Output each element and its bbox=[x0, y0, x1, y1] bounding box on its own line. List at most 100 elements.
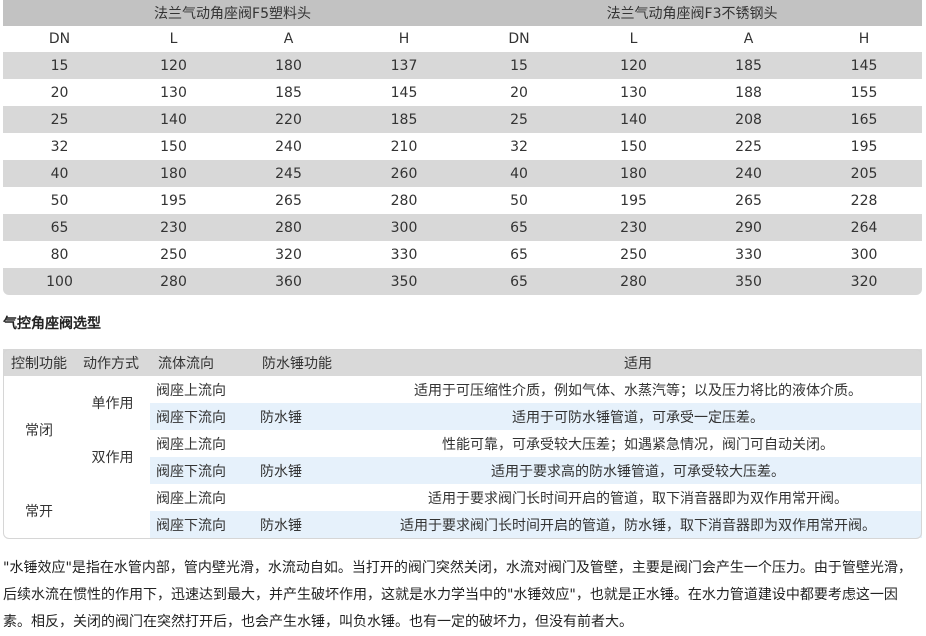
column-header: H bbox=[806, 26, 923, 52]
flow-direction: 阀座上流向 bbox=[150, 376, 254, 403]
table-cell: 264 bbox=[806, 214, 923, 241]
control-normally-closed: 常闭 bbox=[3, 376, 75, 484]
table-cell: 80 bbox=[3, 241, 116, 268]
group-header-f5-plastic: 法兰气动角座阀F5塑料头 bbox=[3, 0, 463, 26]
table-cell: 185 bbox=[231, 79, 346, 106]
table-cell: 65 bbox=[462, 268, 577, 295]
table-cell: 300 bbox=[346, 214, 463, 241]
table-row: 40 180 245 260 40 180 240 205 bbox=[3, 160, 923, 187]
header-action-mode: 动作方式 bbox=[75, 349, 150, 376]
table-cell: 15 bbox=[3, 52, 116, 79]
table-cell: 195 bbox=[806, 133, 923, 160]
table-cell: 280 bbox=[116, 268, 231, 295]
table-cell: 320 bbox=[231, 241, 346, 268]
table-row: 常闭 单作用 阀座上流向 适用于可压缩性介质，例如气体、水蒸汽等；以及压力将比的… bbox=[3, 376, 922, 484]
table-cell: 180 bbox=[576, 160, 692, 187]
table-cell: 32 bbox=[462, 133, 577, 160]
table-cell: 165 bbox=[806, 106, 923, 133]
column-header: L bbox=[576, 26, 692, 52]
header-water-hammer: 防水锤功能 bbox=[254, 349, 354, 376]
table-cell: 245 bbox=[231, 160, 346, 187]
action-single-acting: 单作用 bbox=[75, 376, 150, 430]
table-cell: 240 bbox=[691, 160, 807, 187]
table-row: 25 140 220 185 25 140 208 165 bbox=[3, 106, 923, 133]
column-header: A bbox=[691, 26, 807, 52]
table-cell: 150 bbox=[116, 133, 231, 160]
column-header: H bbox=[346, 26, 463, 52]
table-cell: 145 bbox=[346, 79, 463, 106]
column-header: DN bbox=[3, 26, 116, 52]
table-cell: 240 bbox=[231, 133, 346, 160]
table-cell: 120 bbox=[116, 52, 231, 79]
dimension-table-group-header: 法兰气动角座阀F5塑料头 法兰气动角座阀F3不锈钢头 bbox=[3, 0, 923, 26]
table-cell: 230 bbox=[116, 214, 231, 241]
table-cell: 210 bbox=[346, 133, 463, 160]
table-row: 15 120 180 137 15 120 185 145 bbox=[3, 52, 923, 79]
table-cell: 220 bbox=[231, 106, 346, 133]
water-hammer: 防水锤 bbox=[254, 403, 354, 430]
table-cell: 185 bbox=[346, 106, 463, 133]
flow-direction: 阀座上流向 bbox=[150, 430, 254, 457]
water-hammer bbox=[254, 484, 354, 511]
table-cell: 260 bbox=[346, 160, 463, 187]
column-header: L bbox=[116, 26, 231, 52]
water-hammer-paragraph: "水锤效应"是指在水管内部，管内壁光滑，水流动自如。当打开的阀门突然关闭，水流对… bbox=[3, 560, 912, 630]
header-application: 适用 bbox=[354, 349, 922, 376]
application: 适用于可压缩性介质，例如气体、水蒸汽等；以及压力将比的液体介质。 bbox=[354, 376, 922, 403]
water-hammer: 防水锤 bbox=[254, 511, 354, 538]
table-row: 65 230 280 300 65 230 290 264 bbox=[3, 214, 923, 241]
table-cell: 188 bbox=[691, 79, 807, 106]
table-row: 80 250 320 330 65 250 330 300 bbox=[3, 241, 923, 268]
water-hammer: 防水锤 bbox=[254, 457, 354, 484]
table-cell: 65 bbox=[462, 241, 577, 268]
table-cell: 225 bbox=[691, 133, 807, 160]
column-header: DN bbox=[462, 26, 577, 52]
control-normally-open: 常开 bbox=[3, 484, 75, 538]
group-header-f3-stainless: 法兰气动角座阀F3不锈钢头 bbox=[462, 0, 923, 26]
application: 适用于要求阀门长时间开启的管道，防水锤，取下消音器即为双作用常开阀。 bbox=[354, 511, 922, 538]
flow-direction: 阀座上流向 bbox=[150, 484, 254, 511]
table-cell: 25 bbox=[462, 106, 577, 133]
table-cell: 185 bbox=[691, 52, 807, 79]
action-double-acting: 双作用 bbox=[75, 430, 150, 484]
table-cell: 290 bbox=[691, 214, 807, 241]
flow-direction: 阀座下流向 bbox=[150, 403, 254, 430]
table-row: 20 130 185 145 20 130 188 155 bbox=[3, 79, 923, 106]
table-cell: 350 bbox=[691, 268, 807, 295]
table-cell: 20 bbox=[3, 79, 116, 106]
table-cell: 195 bbox=[116, 187, 231, 214]
application: 适用于可防水锤管道，可承受一定压差。 bbox=[354, 403, 922, 430]
table-cell: 65 bbox=[3, 214, 116, 241]
table-cell: 65 bbox=[462, 214, 577, 241]
table-cell: 195 bbox=[576, 187, 692, 214]
table-cell: 228 bbox=[806, 187, 923, 214]
table-cell: 130 bbox=[116, 79, 231, 106]
table-cell: 205 bbox=[806, 160, 923, 187]
table-cell: 230 bbox=[576, 214, 692, 241]
table-cell: 280 bbox=[576, 268, 692, 295]
table-row: 100 280 360 350 65 280 350 320 bbox=[3, 268, 923, 295]
table-cell: 265 bbox=[231, 187, 346, 214]
page: 法兰气动角座阀F5塑料头 法兰气动角座阀F3不锈钢头 DN L A H DN L… bbox=[0, 0, 926, 630]
table-cell: 250 bbox=[576, 241, 692, 268]
action-empty bbox=[75, 484, 150, 538]
table-cell: 360 bbox=[231, 268, 346, 295]
table-cell: 150 bbox=[576, 133, 692, 160]
flow-direction: 阀座下流向 bbox=[150, 457, 254, 484]
header-flow-direction: 流体流向 bbox=[150, 349, 254, 376]
table-cell: 350 bbox=[346, 268, 463, 295]
table-cell: 180 bbox=[231, 52, 346, 79]
table-cell: 300 bbox=[806, 241, 923, 268]
application: 适用于要求阀门长时间开启的管道，取下消音器即为双作用常开阀。 bbox=[354, 484, 922, 511]
dimension-table: 法兰气动角座阀F5塑料头 法兰气动角座阀F3不锈钢头 DN L A H DN L… bbox=[3, 0, 923, 295]
table-cell: 208 bbox=[691, 106, 807, 133]
table-cell: 15 bbox=[462, 52, 577, 79]
table-cell: 20 bbox=[462, 79, 577, 106]
table-row: 32 150 240 210 32 150 225 195 bbox=[3, 133, 923, 160]
selection-table-header: 控制功能 动作方式 流体流向 防水锤功能 适用 bbox=[3, 349, 922, 376]
table-cell: 280 bbox=[231, 214, 346, 241]
table-cell: 40 bbox=[3, 160, 116, 187]
selection-table: 控制功能 动作方式 流体流向 防水锤功能 适用 常闭 单作用 阀座上流向 适用于… bbox=[3, 349, 922, 538]
table-cell: 50 bbox=[3, 187, 116, 214]
table-cell: 265 bbox=[691, 187, 807, 214]
